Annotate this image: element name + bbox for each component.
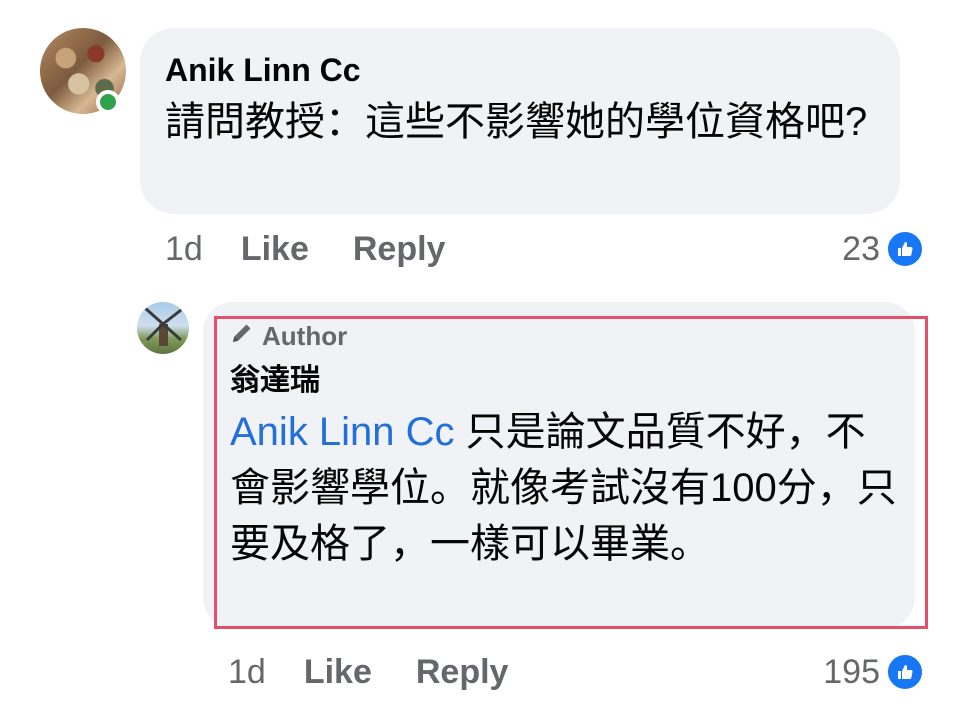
comment-like-button[interactable]: Like xyxy=(241,230,309,269)
reply-actions: 1d Like Reply xyxy=(228,650,508,694)
like-thumb-icon xyxy=(886,230,924,268)
reply-timestamp[interactable]: 1d xyxy=(228,653,266,692)
comment-timestamp[interactable]: 1d xyxy=(165,230,203,269)
like-thumb-icon xyxy=(886,653,924,691)
reply-text: Anik Linn Cc 只是論文品質不好，不會影響學位。就像考試沒有100分，… xyxy=(230,404,900,572)
online-status-indicator xyxy=(96,90,120,114)
author-badge: Author xyxy=(230,320,347,352)
mention-link[interactable]: Anik Linn Cc xyxy=(230,410,455,454)
comment-actions: 1d Like Reply xyxy=(165,227,445,271)
author-badge-label: Author xyxy=(262,320,348,351)
comment-reply-button[interactable]: Reply xyxy=(353,230,446,269)
pencil-icon xyxy=(230,321,254,352)
comment-author-name[interactable]: Anik Linn Cc xyxy=(165,50,361,90)
reply-like-button[interactable]: Like xyxy=(304,653,372,692)
reply-reply-button[interactable]: Reply xyxy=(416,653,509,692)
reply-author-avatar[interactable] xyxy=(137,302,189,354)
comment-text: 請問教授：這些不影響她的學位資格吧? xyxy=(165,100,868,144)
reply-author-name[interactable]: 翁達瑞 xyxy=(230,362,320,400)
reply-reaction-summary[interactable]: 195 xyxy=(823,650,924,694)
comment-reaction-count: 23 xyxy=(842,229,880,268)
comment-reaction-summary[interactable]: 23 xyxy=(842,227,924,271)
reply-reaction-count: 195 xyxy=(823,652,880,691)
